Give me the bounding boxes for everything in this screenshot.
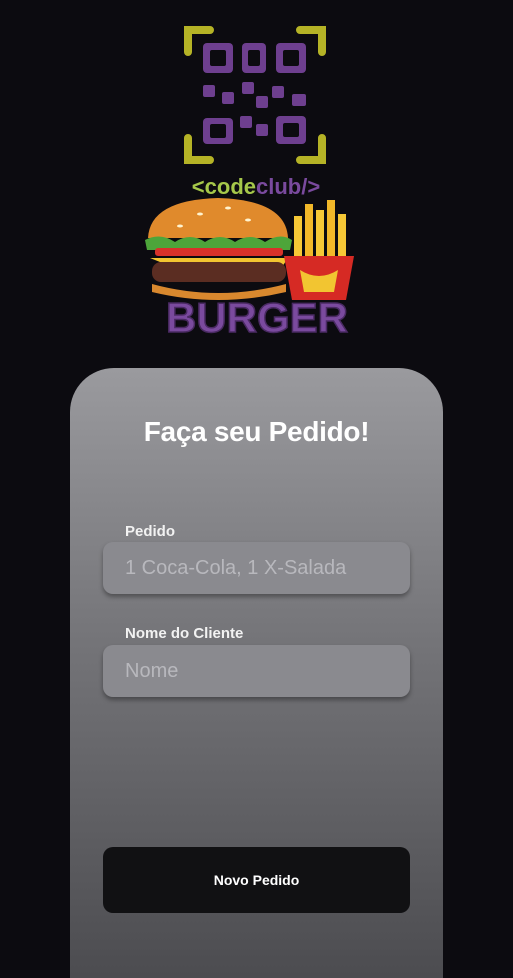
- fries-icon: [284, 200, 354, 300]
- order-label: Pedido: [125, 523, 176, 540]
- customer-name-input[interactable]: [103, 645, 410, 697]
- customer-name-label: Nome do Cliente: [125, 625, 244, 642]
- svg-text:<codeclub/>: <codeclub/>: [192, 174, 320, 199]
- brand-club-text: club/>: [256, 174, 320, 199]
- qr-code-icon: [203, 43, 306, 144]
- form-title: Faça seu Pedido!: [143, 416, 370, 447]
- burger-word-text: BURGER: [166, 294, 348, 340]
- codeclub-burger-logo: <codeclub/> BURGER: [145, 26, 354, 340]
- order-input[interactable]: [103, 542, 410, 594]
- order-form-card: Faça seu Pedido! Pedido Nome do Cliente …: [70, 368, 443, 978]
- burger-icon: [145, 198, 292, 300]
- new-order-button[interactable]: Novo Pedido: [103, 847, 410, 913]
- brand-code-text: <code: [192, 174, 256, 199]
